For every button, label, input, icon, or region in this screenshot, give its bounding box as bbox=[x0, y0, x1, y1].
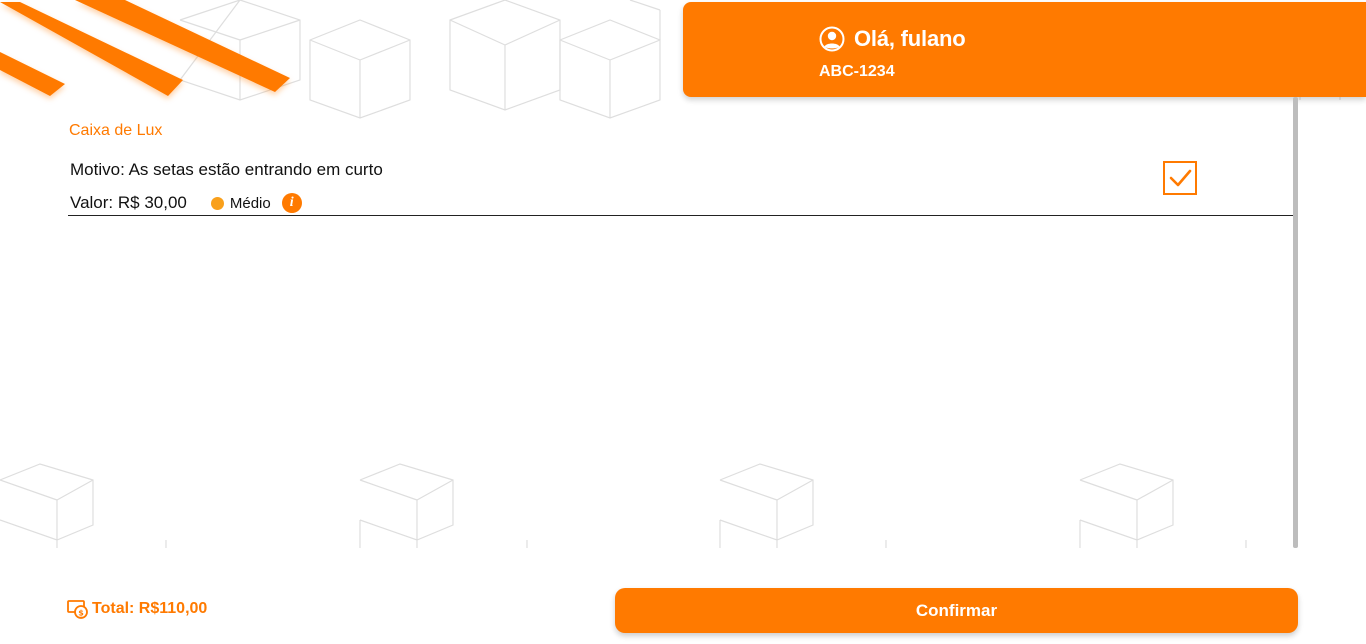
item-value: Valor: R$ 30,00 bbox=[70, 193, 187, 212]
item-divider bbox=[68, 215, 1293, 216]
svg-text:$: $ bbox=[78, 609, 84, 618]
greeting-text: Olá, fulano bbox=[854, 26, 966, 51]
money-icon: $ bbox=[67, 600, 88, 619]
user-header-card: Olá, fulano ABC-1234 bbox=[683, 2, 1366, 97]
user-circle-icon bbox=[819, 26, 845, 52]
item-reason: Motivo: As setas estão entrando em curto bbox=[70, 160, 383, 179]
decorative-stripes bbox=[0, 0, 290, 96]
item-checkbox[interactable] bbox=[1163, 161, 1197, 195]
total-summary: $ Total: R$110,00 bbox=[67, 599, 207, 619]
item-value-row: Valor: R$ 30,00 Médio i bbox=[70, 193, 302, 213]
vehicle-plate: ABC-1234 bbox=[819, 63, 895, 80]
priority-label: Médio bbox=[229, 194, 271, 212]
item-title: Caixa de Lux bbox=[69, 122, 163, 139]
greeting-row: Olá, fulano bbox=[819, 26, 966, 52]
app-screen: Olá, fulano ABC-1234 Caixa de Lux Motivo… bbox=[0, 0, 1366, 644]
confirm-button[interactable]: Confirmar bbox=[615, 588, 1298, 633]
content-scrollbar[interactable] bbox=[1293, 97, 1298, 548]
priority-dot-icon bbox=[210, 196, 224, 210]
info-icon[interactable]: i bbox=[281, 193, 302, 213]
total-text: Total: R$110,00 bbox=[92, 600, 208, 617]
checkmark-icon bbox=[1169, 169, 1192, 187]
